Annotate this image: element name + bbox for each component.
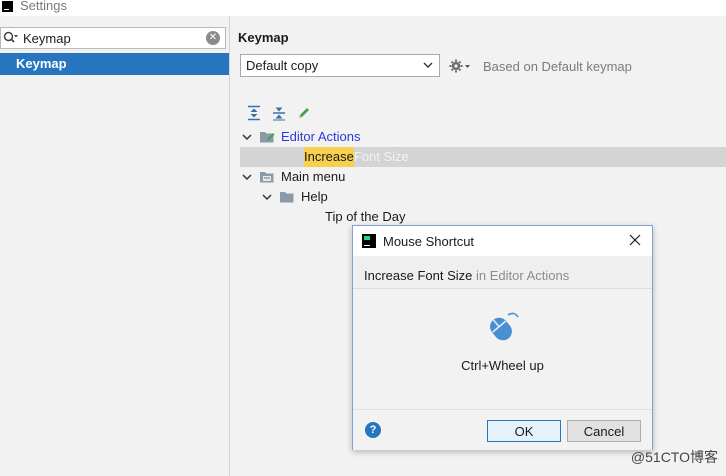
tree-row-help[interactable]: Help bbox=[240, 187, 726, 207]
settings-search-input[interactable] bbox=[19, 30, 203, 46]
tree-label-font-size: Font Size bbox=[353, 149, 409, 164]
folder-icon bbox=[280, 190, 296, 204]
keymap-toolbar bbox=[246, 105, 312, 121]
shortcut-value: Ctrl+Wheel up bbox=[461, 358, 544, 373]
window-title: Settings bbox=[20, 0, 67, 13]
dialog-footer: ? OK Cancel bbox=[353, 409, 652, 450]
clear-icon[interactable]: ✕ bbox=[206, 31, 220, 45]
menu-icon bbox=[260, 170, 276, 184]
action-context: in Editor Actions bbox=[472, 268, 570, 283]
tree-label-main-menu: Main menu bbox=[281, 169, 346, 184]
dialog-title: Mouse Shortcut bbox=[383, 233, 475, 249]
action-name: Increase Font Size bbox=[364, 268, 473, 283]
tree-row-tip-of-the-day[interactable]: Tip of the Day bbox=[240, 207, 726, 227]
collapse-all-icon[interactable] bbox=[271, 105, 287, 121]
watermark: @51CTO博客 bbox=[630, 449, 718, 465]
keymap-tree: Editor Actions Increase Font Size Main m… bbox=[240, 127, 726, 227]
pycharm-icon bbox=[2, 0, 13, 12]
ok-button[interactable]: OK bbox=[487, 420, 561, 442]
based-on-label: Based on Default keymap bbox=[483, 59, 632, 74]
sidebar-item-keymap[interactable]: Keymap bbox=[0, 53, 229, 75]
close-icon[interactable] bbox=[628, 233, 642, 247]
edit-icon[interactable] bbox=[296, 105, 312, 121]
dialog-title-bar: Mouse Shortcut bbox=[353, 226, 652, 256]
folder-edit-icon bbox=[260, 130, 276, 144]
tree-label-tip-of-the-day: Tip of the Day bbox=[325, 209, 406, 224]
chevron-down-icon[interactable] bbox=[260, 190, 274, 204]
pycharm-icon bbox=[362, 234, 376, 248]
search-icon[interactable] bbox=[3, 30, 19, 46]
title-bar: Settings bbox=[0, 0, 726, 16]
keymap-select-value: Default copy bbox=[246, 58, 319, 73]
chevron-down-icon[interactable] bbox=[240, 170, 254, 184]
dialog-action-description: Increase Font Size in Editor Actions bbox=[353, 256, 652, 289]
tree-row-increase-font-size[interactable]: Increase Font Size bbox=[240, 147, 726, 167]
keymap-select[interactable]: Default copy bbox=[240, 54, 440, 77]
help-icon[interactable]: ? bbox=[365, 422, 381, 438]
expand-all-icon[interactable] bbox=[246, 105, 262, 121]
tree-row-main-menu[interactable]: Main menu bbox=[240, 167, 726, 187]
gear-icon bbox=[449, 59, 470, 73]
cancel-button[interactable]: Cancel bbox=[567, 420, 641, 442]
settings-search-box[interactable]: ✕ bbox=[0, 27, 226, 49]
chevron-down-icon bbox=[421, 58, 435, 72]
chevron-down-icon[interactable] bbox=[240, 130, 254, 144]
search-match-highlight: Increase bbox=[304, 147, 354, 167]
mouse-shortcut-dialog: Mouse Shortcut Increase Font Size in Edi… bbox=[352, 225, 653, 450]
mouse-icon bbox=[484, 309, 522, 345]
tree-label-editor-actions: Editor Actions bbox=[281, 129, 361, 144]
tree-row-editor-actions[interactable]: Editor Actions bbox=[240, 127, 726, 147]
settings-window: Settings ✕ Keymap Keymap Default copy bbox=[0, 0, 726, 476]
tree-label-help: Help bbox=[301, 189, 328, 204]
page-title: Keymap bbox=[238, 30, 289, 45]
settings-sidebar: ✕ Keymap bbox=[0, 16, 230, 476]
gear-menu-button[interactable] bbox=[449, 58, 473, 74]
